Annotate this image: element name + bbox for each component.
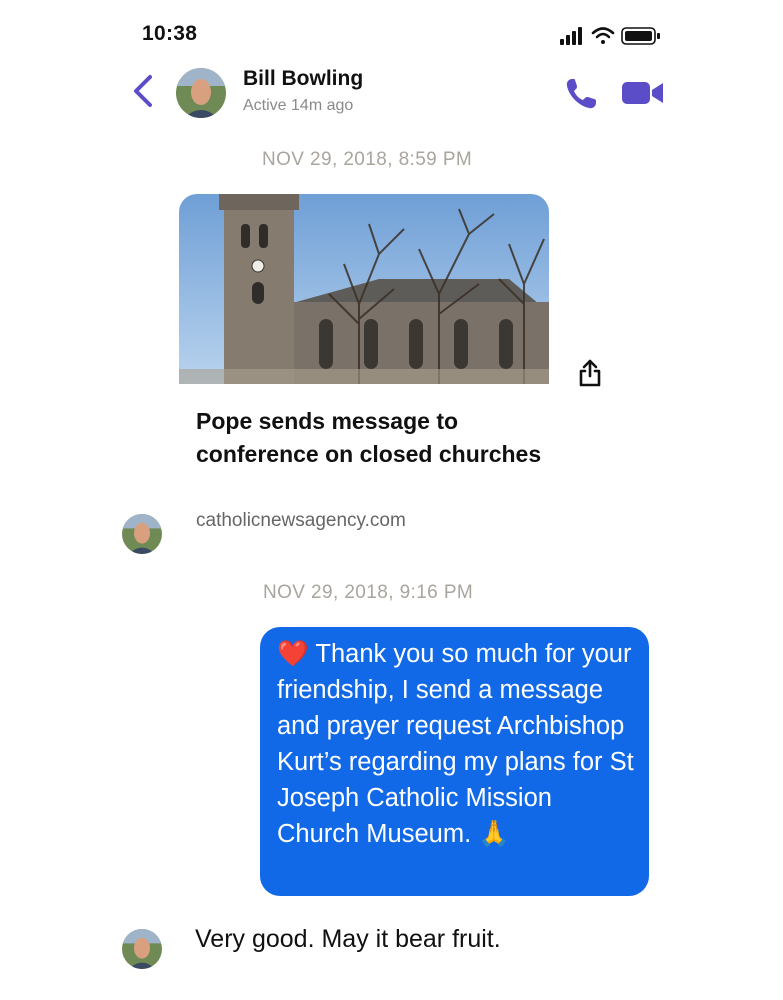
- chevron-left-icon: [134, 75, 152, 107]
- signal-icon: [560, 27, 582, 45]
- sender-avatar[interactable]: [122, 929, 162, 969]
- battery-icon: [621, 27, 660, 45]
- share-icon: [579, 359, 601, 387]
- phone-icon: [566, 79, 596, 109]
- voice-call-button[interactable]: [563, 76, 599, 112]
- sender-avatar[interactable]: [122, 514, 162, 554]
- message-text: Thank you so much for your friendship, I…: [277, 640, 634, 848]
- video-camera-icon: [622, 82, 663, 104]
- active-status: Active 14m ago: [243, 97, 354, 114]
- praying-hands-emoji: 🙏: [478, 820, 511, 848]
- link-domain[interactable]: catholicnewsagency.com: [196, 510, 406, 532]
- link-preview-image[interactable]: [179, 194, 549, 384]
- video-call-button[interactable]: [622, 78, 664, 108]
- link-title[interactable]: Pope sends message to conference on clos…: [196, 405, 546, 471]
- incoming-message-text[interactable]: Very good. May it bear fruit.: [195, 925, 501, 954]
- share-button[interactable]: [577, 358, 603, 388]
- message-timestamp: NOV 29, 2018, 9:16 PM: [263, 582, 474, 603]
- outgoing-message-bubble[interactable]: ❤️ Thank you so much for your friendship…: [260, 627, 649, 896]
- status-time: 10:38: [142, 22, 198, 45]
- contact-avatar[interactable]: [176, 68, 226, 118]
- wifi-icon: [591, 27, 615, 44]
- back-button[interactable]: [128, 73, 158, 109]
- heart-emoji: ❤️: [277, 640, 309, 668]
- contact-name[interactable]: Bill Bowling: [243, 67, 363, 91]
- message-timestamp: NOV 29, 2018, 8:59 PM: [262, 149, 473, 170]
- status-icons: [560, 27, 660, 45]
